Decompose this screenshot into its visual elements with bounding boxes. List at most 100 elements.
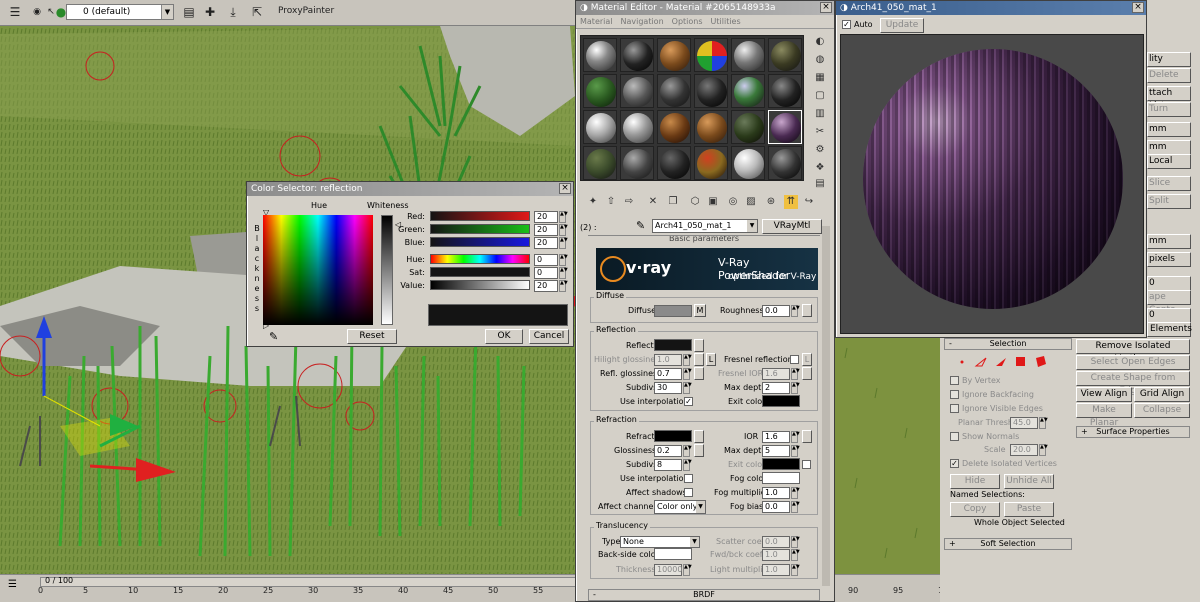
material-slot[interactable] — [694, 146, 728, 180]
refr-glossiness-spinner[interactable]: ▲▼ — [683, 445, 692, 457]
view-align-button[interactable]: View Align — [1076, 387, 1132, 402]
material-slot[interactable] — [583, 146, 617, 180]
refract-map-button[interactable] — [694, 430, 704, 443]
put-to-scene-icon[interactable]: ⇧ — [604, 195, 618, 209]
fwd-bck-spinner[interactable]: ▲▼ — [791, 549, 800, 561]
ok-button[interactable]: OK — [485, 329, 523, 344]
ior-field[interactable]: 1.6 — [762, 431, 790, 443]
highlight-icon[interactable]: ⇱ — [250, 5, 264, 19]
command-panel-item[interactable]: mm — [1147, 122, 1191, 137]
command-panel-item[interactable]: mm — [1147, 234, 1191, 249]
command-panel-item[interactable]: Elements — [1147, 322, 1192, 337]
layer-dropdown[interactable]: 0 (default) ▼ — [66, 4, 174, 20]
fresnel-ior-spinner[interactable]: ▲▼ — [791, 368, 800, 380]
refr-exit-color-checkbox[interactable] — [802, 460, 811, 469]
unhide-all-button[interactable]: Unhide All — [1004, 474, 1054, 489]
make-unique-icon[interactable]: ⬡ — [688, 195, 702, 209]
green-slider[interactable] — [430, 224, 530, 234]
planar-thresh-spinner[interactable]: ▲▼ — [1039, 417, 1048, 429]
translucency-type-dropdown[interactable]: None ▼ — [620, 536, 700, 548]
command-panel-item[interactable]: mm — [1147, 140, 1191, 155]
ignore-backfacing-checkbox[interactable] — [950, 390, 959, 399]
put-to-library-icon[interactable]: ▣ — [706, 195, 720, 209]
blue-spinner[interactable]: ▲▼ — [559, 237, 568, 249]
command-panel-item[interactable]: Turn — [1147, 102, 1191, 117]
whiteness-bar[interactable] — [381, 215, 393, 325]
time-slider[interactable] — [40, 577, 600, 587]
material-slot[interactable] — [620, 146, 654, 180]
menu-item-utilities[interactable]: Utilities — [711, 17, 741, 26]
scatter-coeff-field[interactable]: 0.0 — [762, 536, 790, 548]
scale-field[interactable]: 20.0 — [1010, 444, 1038, 456]
material-name-field[interactable]: Arch41_050_mat_1 ▼ — [652, 219, 758, 233]
material-slot[interactable] — [657, 146, 691, 180]
paste-button[interactable]: Paste — [1004, 502, 1054, 517]
material-slot[interactable] — [731, 110, 765, 144]
background-icon[interactable]: ▦ — [813, 71, 827, 85]
assign-material-icon[interactable]: ⇨ — [622, 195, 636, 209]
light-multiplier-spinner[interactable]: ▲▼ — [791, 564, 800, 576]
sat-field[interactable]: 0 — [534, 267, 558, 279]
refr-max-depth-spinner[interactable]: ▲▼ — [791, 445, 800, 457]
select-open-edges-button[interactable]: Select Open Edges — [1076, 355, 1190, 370]
material-slot[interactable] — [583, 38, 617, 72]
eyedropper-icon[interactable]: ✎ — [269, 330, 278, 343]
material-slot[interactable] — [768, 146, 802, 180]
fog-color-swatch[interactable] — [762, 472, 800, 484]
material-slot[interactable] — [694, 38, 728, 72]
red-field[interactable]: 20 — [534, 211, 558, 223]
copy-material-icon[interactable]: ❐ — [666, 195, 680, 209]
soft-selection-rollout[interactable]: + Soft Selection — [944, 538, 1072, 550]
track-bar-icon[interactable]: ☰ — [8, 579, 17, 590]
hilight-glossiness-field[interactable]: 1.0 — [654, 354, 682, 366]
roughness-field[interactable]: 0.0 — [762, 305, 790, 317]
command-panel-item[interactable]: pixels — [1147, 252, 1191, 267]
refl-glossiness-field[interactable]: 0.7 — [654, 368, 682, 380]
value-spinner[interactable]: ▲▼ — [559, 280, 568, 292]
thickness-field[interactable]: 10000 — [654, 564, 682, 576]
material-slot[interactable] — [768, 74, 802, 108]
diffuse-map-button[interactable]: M — [694, 304, 706, 317]
go-to-parent-icon[interactable]: ⇈ — [784, 195, 798, 209]
reflect-swatch[interactable] — [654, 339, 692, 351]
uv-tiling-icon[interactable]: ▢ — [813, 89, 827, 103]
reset-map-icon[interactable]: ✕ — [646, 195, 660, 209]
surface-properties-rollout[interactable]: + Surface Properties — [1076, 426, 1190, 438]
sat-slider[interactable] — [430, 267, 530, 277]
refr-max-depth-field[interactable]: 5 — [762, 445, 790, 457]
planar-thresh-field[interactable]: 45.0 — [1010, 417, 1038, 429]
fog-multiplier-field[interactable]: 1.0 — [762, 487, 790, 499]
refl-max-depth-spinner[interactable]: ▲▼ — [791, 382, 800, 394]
material-slot[interactable] — [657, 74, 691, 108]
refl-subdivs-spinner[interactable]: ▲▼ — [683, 382, 692, 394]
green-field[interactable]: 20 — [534, 224, 558, 236]
scrollbar[interactable] — [822, 226, 830, 586]
select-objects-icon[interactable]: ⤓ — [226, 5, 240, 19]
roughness-spinner[interactable]: ▲▼ — [791, 305, 800, 317]
get-material-icon[interactable]: ✦ — [586, 195, 600, 209]
scatter-coeff-spinner[interactable]: ▲▼ — [791, 536, 800, 548]
material-slot[interactable] — [620, 74, 654, 108]
close-icon[interactable]: × — [1132, 2, 1144, 13]
fresnel-ior-map-button[interactable] — [802, 367, 812, 380]
reset-button[interactable]: Reset — [347, 329, 397, 344]
options-icon[interactable]: ⚙ — [813, 143, 827, 157]
layer-manager-icon[interactable]: ▤ — [182, 5, 196, 19]
back-side-color-swatch[interactable] — [654, 548, 692, 560]
command-panel-item[interactable]: Slice — [1147, 176, 1191, 191]
material-slot[interactable] — [583, 110, 617, 144]
material-slot[interactable] — [657, 110, 691, 144]
roughness-map-button[interactable] — [802, 304, 812, 317]
blue-field[interactable]: 20 — [534, 237, 558, 249]
sample-type-icon[interactable]: ◐ — [813, 35, 827, 49]
ior-map-button[interactable] — [802, 430, 812, 443]
hilight-map-button[interactable] — [694, 353, 704, 366]
command-panel-item[interactable]: lity — [1147, 52, 1191, 67]
go-forward-sibling-icon[interactable]: ↪ — [802, 195, 816, 209]
sat-spinner[interactable]: ▲▼ — [559, 267, 568, 279]
fog-bias-field[interactable]: 0.0 — [762, 501, 790, 513]
refr-use-interp-checkbox[interactable] — [684, 474, 693, 483]
hilight-spinner[interactable]: ▲▼ — [683, 354, 692, 366]
command-panel-item[interactable]: Local — [1147, 154, 1191, 169]
diffuse-swatch[interactable] — [654, 305, 692, 317]
